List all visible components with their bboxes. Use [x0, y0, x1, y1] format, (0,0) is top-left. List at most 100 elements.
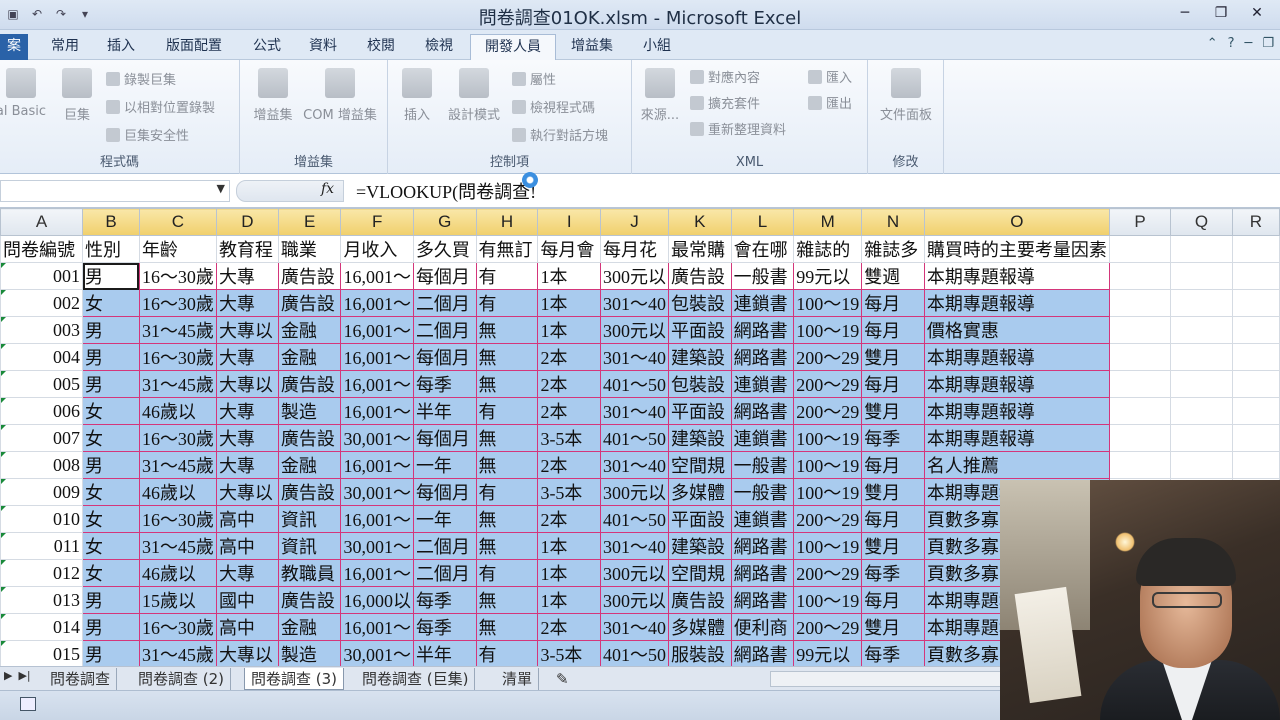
table-cell[interactable] [1170, 370, 1233, 398]
column-header-b[interactable]: B [82, 208, 140, 236]
table-cell[interactable]: 多媒體 [668, 478, 732, 506]
doc-restore-icon[interactable]: ❐ [1262, 36, 1274, 51]
table-cell[interactable]: 1本 [537, 532, 602, 560]
macros-button[interactable]: 巨集 [56, 68, 98, 123]
table-cell[interactable]: 無 [475, 613, 539, 641]
table-cell[interactable]: 建築設 [668, 532, 732, 560]
table-cell[interactable]: 每季 [412, 586, 477, 614]
table-cell[interactable]: 16～30歲 [138, 343, 217, 371]
tab-view[interactable]: 檢視 [414, 34, 464, 60]
table-cell[interactable]: 大專以 [215, 640, 279, 666]
table-cell[interactable]: 31～45歲 [138, 370, 217, 398]
import-button[interactable]: 匯入 [808, 67, 852, 86]
field-header-cell[interactable]: 最常購 [668, 235, 732, 263]
table-cell[interactable]: 雙月 [861, 478, 925, 506]
field-header-cell[interactable]: 年齡 [138, 235, 217, 263]
table-cell[interactable]: 每個月 [412, 424, 477, 452]
table-cell[interactable] [1231, 262, 1280, 290]
table-cell[interactable]: 16,001～ [340, 370, 414, 398]
table-cell[interactable]: 女 [82, 289, 140, 317]
table-cell[interactable]: 每月 [861, 586, 925, 614]
table-cell[interactable]: 資訊 [277, 532, 342, 560]
table-cell[interactable]: 大專 [215, 343, 279, 371]
table-cell[interactable]: 401～50 [600, 424, 670, 452]
table-cell[interactable] [1108, 424, 1172, 452]
table-cell[interactable]: 每個月 [412, 343, 477, 371]
table-cell[interactable]: 無 [475, 316, 539, 344]
macro-security-button[interactable]: 巨集安全性 [106, 125, 189, 144]
table-cell[interactable]: 100～19 [793, 451, 863, 479]
table-cell[interactable]: 2本 [537, 370, 602, 398]
table-cell[interactable] [1170, 424, 1233, 452]
column-header-e[interactable]: E [277, 208, 342, 236]
table-cell[interactable]: 300元以 [600, 478, 670, 506]
table-cell[interactable]: 一年 [412, 451, 477, 479]
table-cell[interactable]: 女 [82, 397, 140, 425]
table-cell[interactable]: 男 [82, 262, 140, 290]
table-cell[interactable]: 2本 [537, 505, 602, 533]
refresh-data-button[interactable]: 重新整理資料 [690, 119, 786, 138]
table-cell[interactable]: 雙月 [861, 397, 925, 425]
table-cell[interactable]: 金融 [277, 316, 342, 344]
table-cell[interactable]: 大專以 [215, 478, 279, 506]
design-mode-button[interactable]: 設計模式 [442, 68, 506, 123]
table-cell[interactable]: 女 [82, 424, 140, 452]
table-cell[interactable]: 無 [475, 343, 539, 371]
table-cell[interactable]: 16,001～ [340, 397, 414, 425]
table-cell[interactable]: 100～19 [793, 532, 863, 560]
table-cell[interactable]: 005 [0, 370, 84, 398]
table-cell[interactable]: 金融 [277, 343, 342, 371]
table-cell[interactable]: 平面設 [668, 316, 732, 344]
table-cell[interactable] [1231, 316, 1280, 344]
table-cell[interactable]: 200～29 [793, 343, 863, 371]
table-cell[interactable]: 每月 [861, 370, 925, 398]
table-cell[interactable] [1108, 397, 1172, 425]
table-cell[interactable]: 包裝設 [668, 370, 732, 398]
table-cell[interactable]: 雙月 [861, 613, 925, 641]
visual-basic-button[interactable]: al Basic [0, 68, 48, 119]
table-cell[interactable]: 401～50 [600, 505, 670, 533]
table-cell[interactable]: 連鎖書 [730, 289, 795, 317]
table-cell[interactable]: 16,001～ [340, 613, 414, 641]
minimize-icon[interactable]: ─ [1168, 2, 1202, 24]
table-cell[interactable]: 99元以 [793, 640, 863, 666]
table-cell[interactable]: 大專 [215, 424, 279, 452]
table-cell[interactable]: 廣告設 [277, 262, 342, 290]
export-button[interactable]: 匯出 [808, 93, 852, 112]
column-header-p[interactable]: P [1108, 208, 1172, 236]
table-cell[interactable]: 30,001～ [340, 640, 414, 666]
properties-button[interactable]: 屬性 [512, 69, 556, 88]
tab-review[interactable]: 校閱 [356, 34, 406, 60]
table-cell[interactable]: 100～19 [793, 586, 863, 614]
table-cell[interactable]: 男 [82, 316, 140, 344]
table-cell[interactable] [1170, 262, 1233, 290]
column-header-d[interactable]: D [215, 208, 279, 236]
field-header-cell[interactable]: 性別 [82, 235, 140, 263]
table-cell[interactable]: 男 [82, 343, 140, 371]
field-header-cell[interactable]: 問卷編號 [0, 235, 84, 263]
table-cell[interactable]: 100～19 [793, 424, 863, 452]
table-cell[interactable]: 無 [475, 370, 539, 398]
table-cell[interactable]: 200～29 [793, 505, 863, 533]
tab-addins[interactable]: 增益集 [562, 34, 622, 60]
table-cell[interactable]: 100～19 [793, 478, 863, 506]
table-cell[interactable]: 廣告設 [668, 586, 732, 614]
table-cell[interactable]: 200～29 [793, 370, 863, 398]
table-cell[interactable]: 大專 [215, 559, 279, 587]
table-cell[interactable]: 女 [82, 532, 140, 560]
table-cell[interactable]: 有 [475, 397, 539, 425]
table-cell[interactable]: 300元以 [600, 586, 670, 614]
table-cell[interactable]: 200～29 [793, 613, 863, 641]
table-cell[interactable]: 30,001～ [340, 532, 414, 560]
table-cell[interactable]: 有 [475, 289, 539, 317]
table-cell[interactable]: 雙月 [861, 532, 925, 560]
sheet-tab-2[interactable]: 問卷調查 (2) [132, 668, 232, 690]
table-cell[interactable]: 無 [475, 505, 539, 533]
sheet-tab-1[interactable]: 問卷調查 [44, 668, 118, 690]
table-cell[interactable]: 2本 [537, 343, 602, 371]
record-macro-button[interactable]: 錄製巨集 [106, 69, 176, 88]
table-cell[interactable]: 100～19 [793, 289, 863, 317]
table-cell[interactable] [1231, 343, 1280, 371]
table-cell[interactable] [1170, 397, 1233, 425]
table-cell[interactable]: 雙週 [861, 262, 925, 290]
